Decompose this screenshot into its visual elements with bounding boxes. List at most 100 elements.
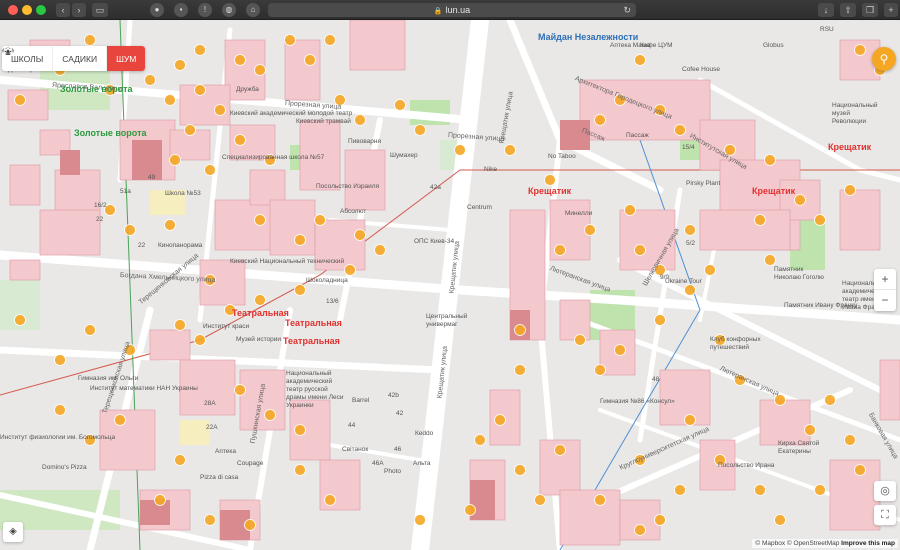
noise-marker[interactable] [464, 504, 476, 516]
fullscreen-button[interactable]: ⛶ [874, 505, 896, 525]
new-tab-icon[interactable]: + [884, 3, 898, 17]
extension-icon[interactable]: ◍ [222, 3, 236, 17]
noise-marker[interactable] [294, 284, 306, 296]
map-canvas[interactable]: Ярославов Вал улица Богдана Хмельницкого… [0, 20, 900, 550]
noise-marker[interactable] [214, 104, 226, 116]
noise-marker[interactable] [684, 224, 696, 236]
noise-marker[interactable] [174, 59, 186, 71]
noise-marker[interactable] [234, 134, 246, 146]
noise-marker[interactable] [294, 464, 306, 476]
noise-marker[interactable] [354, 229, 366, 241]
noise-marker[interactable] [169, 154, 181, 166]
noise-marker[interactable] [634, 524, 646, 536]
noise-marker[interactable] [754, 214, 766, 226]
close-window-button[interactable] [8, 5, 18, 15]
noise-marker[interactable] [764, 154, 776, 166]
metro-station-label[interactable]: Крещатик [828, 142, 871, 152]
noise-marker[interactable] [294, 424, 306, 436]
noise-marker[interactable] [614, 344, 626, 356]
noise-marker[interactable] [594, 494, 606, 506]
noise-marker[interactable] [264, 409, 276, 421]
noise-marker[interactable] [584, 224, 596, 236]
noise-marker[interactable] [594, 364, 606, 376]
extension-icon[interactable]: ● [150, 3, 164, 17]
noise-marker[interactable] [704, 264, 716, 276]
noise-marker[interactable] [494, 414, 506, 426]
noise-marker[interactable] [254, 64, 266, 76]
noise-marker[interactable] [754, 484, 766, 496]
noise-marker[interactable] [684, 284, 696, 296]
noise-marker[interactable] [844, 434, 856, 446]
kindergartens-toggle[interactable]: САДИКИ [2, 46, 108, 71]
noise-marker[interactable] [504, 144, 516, 156]
noise-marker[interactable] [324, 34, 336, 46]
noise-marker[interactable] [854, 464, 866, 476]
noise-marker[interactable] [114, 414, 126, 426]
noise-marker[interactable] [204, 164, 216, 176]
noise-marker[interactable] [294, 234, 306, 246]
noise-marker[interactable] [764, 254, 776, 266]
geolocate-button[interactable]: ◎ [874, 481, 896, 501]
noise-marker[interactable] [774, 514, 786, 526]
noise-marker[interactable] [254, 214, 266, 226]
noise-marker[interactable] [314, 214, 326, 226]
extension-icon[interactable]: ▪ [174, 3, 188, 17]
metro-station-label[interactable]: Театральная [285, 318, 342, 328]
metro-station-label[interactable]: Театральная [232, 308, 289, 318]
noise-marker[interactable] [414, 514, 426, 526]
improve-map-link[interactable]: Improve this map [841, 540, 895, 547]
noise-marker[interactable] [144, 74, 156, 86]
noise-marker[interactable] [84, 324, 96, 336]
noise-marker[interactable] [344, 264, 356, 276]
noise-marker[interactable] [844, 184, 856, 196]
noise-marker[interactable] [174, 454, 186, 466]
back-icon[interactable]: ‹ [56, 3, 70, 17]
forward-icon[interactable]: › [72, 3, 86, 17]
extension-icon[interactable]: ! [198, 3, 212, 17]
layers-button[interactable]: ◈ [3, 522, 23, 542]
noise-marker[interactable] [824, 394, 836, 406]
noise-marker[interactable] [854, 44, 866, 56]
noise-marker[interactable] [284, 34, 296, 46]
noise-marker[interactable] [234, 384, 246, 396]
noise-marker[interactable] [324, 494, 336, 506]
zoom-out-button[interactable]: − [874, 290, 896, 311]
noise-marker[interactable] [514, 364, 526, 376]
noise-marker[interactable] [194, 44, 206, 56]
noise-marker[interactable] [674, 484, 686, 496]
sidebar-icon[interactable]: ▭ [92, 3, 108, 17]
metro-station-label[interactable]: Золотые ворота [60, 84, 132, 94]
noise-marker[interactable] [554, 444, 566, 456]
noise-marker[interactable] [654, 314, 666, 326]
noise-marker[interactable] [684, 414, 696, 426]
attribution-text[interactable]: © Mapbox © OpenStreetMap [755, 540, 839, 547]
share-icon[interactable]: ⇧ [840, 3, 856, 17]
noise-marker[interactable] [624, 204, 636, 216]
noise-marker[interactable] [304, 54, 316, 66]
metro-station-label[interactable]: Золотые ворота [74, 128, 146, 138]
noise-marker[interactable] [634, 54, 646, 66]
noise-marker[interactable] [124, 224, 136, 236]
noise-marker[interactable] [14, 314, 26, 326]
noise-marker[interactable] [234, 54, 246, 66]
noise-marker[interactable] [194, 334, 206, 346]
noise-marker[interactable] [594, 114, 606, 126]
noise-marker[interactable] [14, 94, 26, 106]
noise-marker[interactable] [164, 219, 176, 231]
noise-marker[interactable] [544, 174, 556, 186]
noise-marker[interactable] [534, 494, 546, 506]
noise-marker[interactable] [164, 94, 176, 106]
noise-marker[interactable] [804, 424, 816, 436]
noise-marker[interactable] [654, 514, 666, 526]
address-bar[interactable]: 🔒 lun.ua ↻ [268, 3, 636, 17]
noise-marker[interactable] [194, 84, 206, 96]
noise-marker[interactable] [244, 519, 256, 531]
noise-marker[interactable] [474, 434, 486, 446]
noise-marker[interactable] [374, 244, 386, 256]
noise-marker[interactable] [514, 464, 526, 476]
noise-marker[interactable] [794, 194, 806, 206]
tabs-icon[interactable]: ❐ [862, 3, 878, 17]
download-icon[interactable]: ↓ [818, 3, 834, 17]
noise-marker[interactable] [554, 244, 566, 256]
maximize-window-button[interactable] [36, 5, 46, 15]
